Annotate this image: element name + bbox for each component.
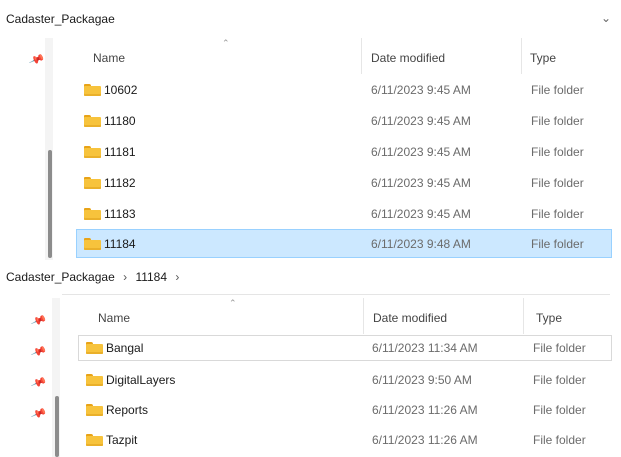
column-divider[interactable] [363, 298, 364, 334]
date-modified: 6/11/2023 9:48 AM [371, 236, 471, 251]
file-type: File folder [533, 403, 586, 417]
date-modified: 6/11/2023 9:45 AM [371, 145, 471, 159]
folder-icon [86, 404, 103, 416]
file-type: File folder [533, 373, 586, 387]
list-item[interactable]: Reports 6/11/2023 11:26 AM File folder [78, 397, 612, 423]
list-item[interactable]: 11182 6/11/2023 9:45 AM File folder [76, 170, 612, 196]
folder-icon [84, 84, 101, 96]
pin-icon[interactable]: 📌 [30, 405, 47, 422]
sort-up-caret-icon: ⌃ [229, 298, 237, 308]
pin-icon[interactable]: 📌 [30, 374, 47, 391]
sort-up-caret-icon: ⌃ [222, 38, 230, 48]
list-item[interactable]: Tazpit 6/11/2023 11:26 AM File folder [78, 427, 612, 453]
breadcrumb-root[interactable]: Cadaster_Packagae [6, 12, 115, 26]
folder-icon [84, 208, 101, 220]
folder-icon [86, 374, 103, 386]
breadcrumb-item[interactable]: Cadaster_Packagae [6, 270, 115, 284]
date-modified: 6/11/2023 9:45 AM [371, 176, 471, 190]
divider [62, 294, 610, 295]
file-name: 10602 [104, 83, 138, 97]
folder-icon [84, 177, 101, 189]
breadcrumb-separator-icon[interactable]: › [123, 270, 127, 284]
column-header-type[interactable]: Type [530, 51, 556, 65]
date-modified: 6/11/2023 11:26 AM [372, 433, 478, 447]
date-modified: 6/11/2023 11:26 AM [372, 403, 478, 417]
list-item[interactable]: 11183 6/11/2023 9:45 AM File folder [76, 201, 612, 227]
column-divider[interactable] [521, 38, 522, 74]
column-header-type[interactable]: Type [536, 311, 562, 325]
date-modified: 6/11/2023 9:45 AM [371, 114, 471, 128]
breadcrumb-separator-icon[interactable]: › [175, 270, 179, 284]
file-name: 11182 [104, 176, 136, 190]
pin-icon[interactable]: 📌 [28, 51, 45, 68]
chevron-down-icon[interactable]: ⌄ [601, 11, 611, 25]
column-divider[interactable] [361, 38, 362, 74]
date-modified: 6/11/2023 9:45 AM [371, 207, 471, 221]
file-type: File folder [531, 207, 584, 221]
date-modified: 6/11/2023 9:50 AM [372, 373, 472, 387]
file-type: File folder [531, 114, 584, 128]
file-type: File folder [533, 433, 586, 447]
list-item[interactable]: 11181 6/11/2023 9:45 AM File folder [76, 139, 612, 165]
column-header-date[interactable]: Date modified [371, 51, 445, 65]
file-name: 11183 [104, 207, 136, 221]
scrollbar-thumb[interactable] [55, 396, 59, 457]
folder-icon [84, 146, 101, 158]
file-name: 11180 [104, 114, 136, 128]
file-name: DigitalLayers [106, 373, 176, 387]
file-name: 11181 [104, 145, 136, 159]
folder-icon [84, 237, 101, 250]
breadcrumb: Cadaster_Packagae › 11184 › [6, 270, 179, 284]
file-type: File folder [531, 176, 584, 190]
file-name: Bangal [106, 341, 144, 355]
column-header-date[interactable]: Date modified [373, 311, 447, 325]
folder-icon [84, 115, 101, 127]
folder-icon [86, 434, 103, 446]
file-type: File folder [531, 145, 584, 159]
column-divider[interactable] [523, 298, 524, 334]
date-modified: 6/11/2023 9:45 AM [371, 83, 471, 97]
file-type: File folder [533, 341, 586, 355]
breadcrumb-item[interactable]: 11184 [135, 270, 167, 284]
scrollbar-thumb[interactable] [48, 150, 52, 258]
folder-icon [86, 342, 103, 354]
pin-icon[interactable]: 📌 [30, 312, 47, 329]
column-header-name[interactable]: Name [93, 51, 125, 65]
column-header-name[interactable]: Name [98, 311, 130, 325]
list-item-selected[interactable]: 11184 6/11/2023 9:48 AM File folder [76, 229, 612, 258]
file-name: Reports [106, 403, 149, 417]
file-type: File folder [531, 83, 584, 97]
file-name: 11184 [104, 236, 136, 251]
pin-icon[interactable]: 📌 [30, 343, 47, 360]
list-item[interactable]: DigitalLayers 6/11/2023 9:50 AM File fol… [78, 367, 612, 393]
file-type: File folder [531, 236, 584, 251]
file-name: Tazpit [106, 433, 138, 447]
date-modified: 6/11/2023 11:34 AM [372, 341, 478, 355]
list-item-focused[interactable]: Bangal 6/11/2023 11:34 AM File folder [78, 335, 612, 361]
list-item[interactable]: 10602 6/11/2023 9:45 AM File folder [76, 77, 612, 103]
list-item[interactable]: 11180 6/11/2023 9:45 AM File folder [76, 108, 612, 134]
